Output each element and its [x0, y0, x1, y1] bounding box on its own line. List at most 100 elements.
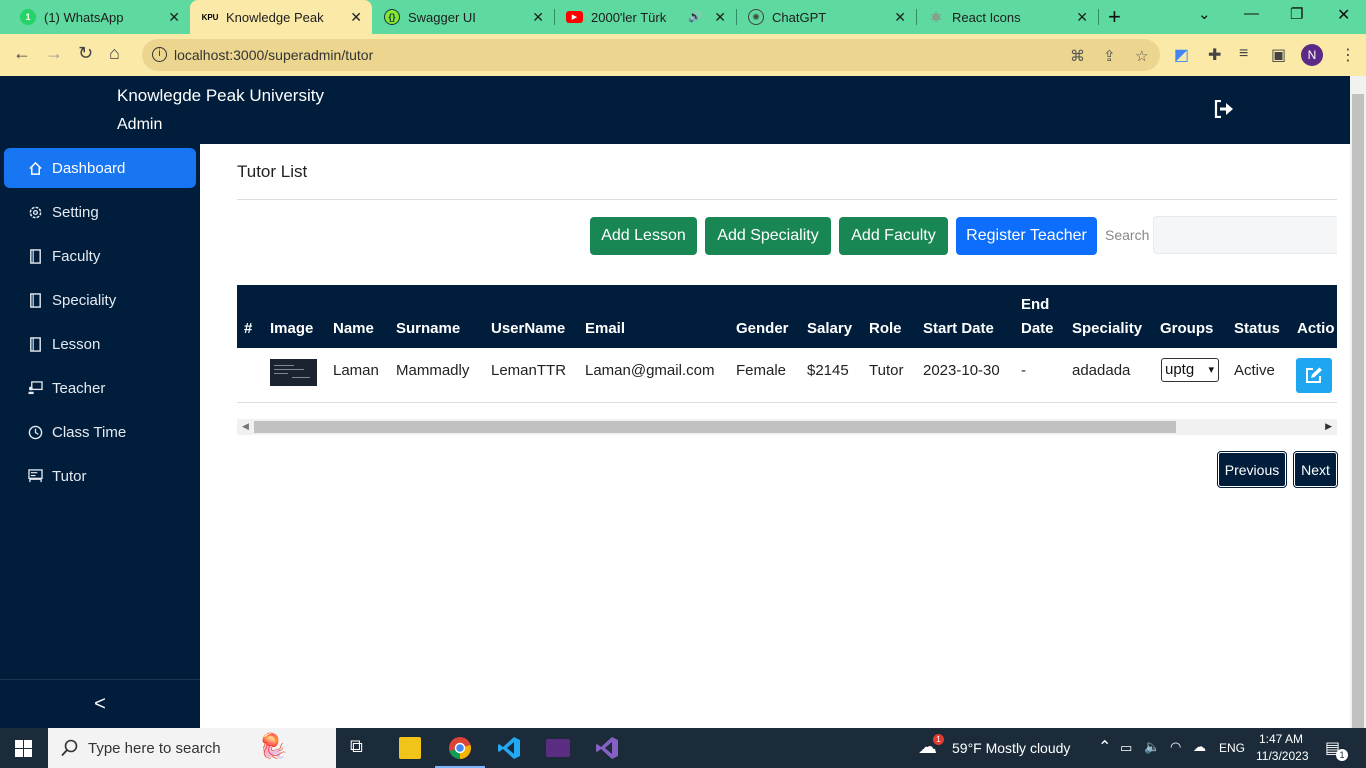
col-gender: Gender: [736, 320, 789, 337]
translate-icon[interactable]: ⌘: [1070, 47, 1085, 65]
show-hidden-icons-chevron-icon[interactable]: ⌃: [1098, 737, 1111, 757]
clock-time[interactable]: 1:47 AM: [1259, 732, 1303, 746]
col-role: Role: [869, 320, 902, 337]
taskbar-search-box[interactable]: Type here to search 🪼: [48, 728, 336, 768]
sidebar-item-setting[interactable]: Setting: [4, 192, 196, 232]
weather-badge: 1: [933, 734, 944, 745]
search-input[interactable]: [1153, 216, 1337, 254]
profile-avatar[interactable]: N: [1301, 44, 1323, 66]
cell-gender: Female: [736, 362, 787, 379]
scroll-right-arrow-icon[interactable]: ▶: [1325, 421, 1332, 432]
close-icon[interactable]: ✕: [168, 9, 180, 26]
groups-select-value: uptg: [1165, 361, 1195, 378]
add-lesson-button[interactable]: Add Lesson: [590, 217, 697, 255]
media-controls-icon[interactable]: ≡: [1239, 45, 1248, 63]
page-scrollbar-thumb[interactable]: [1352, 94, 1364, 730]
chevron-down-icon: ▾: [1208, 364, 1214, 376]
sidebar-item-label: Dashboard: [52, 159, 126, 177]
visual-studio-icon[interactable]: [595, 736, 619, 760]
table-horizontal-scrollbar[interactable]: ◀ ▶: [237, 419, 1337, 435]
tab-react-icons[interactable]: ⚛ React Icons ✕: [916, 0, 1098, 34]
tab-swagger[interactable]: {} Swagger UI ✕: [372, 0, 554, 34]
extensions-puzzle-icon[interactable]: ✚: [1208, 45, 1221, 65]
cell-role: Tutor: [869, 362, 904, 379]
address-bar[interactable]: i localhost:3000/superadmin/tutor ⌘ ⇪ ☆: [142, 39, 1160, 71]
col-start-date: Start Date: [923, 320, 994, 337]
add-faculty-button[interactable]: Add Faculty: [839, 217, 948, 255]
jellyfish-search-highlight-icon: 🪼: [258, 733, 288, 760]
tab-chatgpt[interactable]: ✺ ChatGPT ✕: [736, 0, 916, 34]
cell-status: Active: [1234, 362, 1275, 379]
close-icon[interactable]: ✕: [894, 9, 906, 26]
sidebar-collapse-chevron-icon[interactable]: <: [0, 679, 200, 728]
minimize-icon[interactable]: —: [1244, 5, 1259, 22]
bookmark-star-icon[interactable]: ☆: [1135, 47, 1148, 65]
home-icon[interactable]: ⌂: [109, 43, 120, 64]
edit-button[interactable]: [1296, 358, 1332, 393]
task-view-icon[interactable]: ⧉: [350, 736, 374, 760]
cell-speciality: adadada: [1072, 362, 1131, 379]
sidebar-item-speciality[interactable]: Speciality: [4, 280, 196, 320]
add-speciality-button[interactable]: Add Speciality: [705, 217, 831, 255]
restore-icon[interactable]: ❐: [1290, 5, 1303, 23]
page-vertical-scrollbar[interactable]: [1350, 76, 1366, 730]
book-icon: [27, 336, 43, 352]
clock-date[interactable]: 11/3/2023: [1256, 749, 1309, 763]
wifi-icon[interactable]: ◠: [1170, 739, 1181, 755]
tab-whatsapp[interactable]: 1 (1) WhatsApp ✕: [8, 0, 190, 34]
back-arrow-icon[interactable]: ←: [13, 43, 31, 64]
onedrive-cloud-icon[interactable]: ☁: [1193, 739, 1206, 755]
sidebar-item-dashboard[interactable]: Dashboard: [4, 148, 196, 188]
close-icon[interactable]: ✕: [714, 9, 726, 26]
site-info-icon[interactable]: i: [152, 47, 167, 62]
file-explorer-icon[interactable]: [399, 737, 421, 759]
register-teacher-button[interactable]: Register Teacher: [956, 217, 1097, 255]
close-icon[interactable]: ✕: [350, 9, 362, 26]
sidebar-item-faculty[interactable]: Faculty: [4, 236, 196, 276]
vscode-icon[interactable]: [497, 736, 521, 760]
url-text[interactable]: localhost:3000/superadmin/tutor: [174, 47, 373, 63]
share-icon[interactable]: ⇪: [1103, 47, 1116, 65]
google-translate-extension-icon[interactable]: ◩: [1174, 45, 1189, 65]
sidebar-item-label: Setting: [52, 203, 99, 221]
cell-name: Laman: [333, 362, 379, 379]
chrome-icon[interactable]: [435, 736, 485, 768]
volume-icon[interactable]: 🔈: [1144, 739, 1160, 755]
tab-label: React Icons: [952, 9, 1021, 25]
tab-knowledge-peak[interactable]: KPU Knowledge Peak ✕: [190, 0, 372, 34]
app-header: Knowlegde Peak University Admin: [0, 76, 1350, 144]
terminal-icon[interactable]: [546, 739, 570, 757]
scrollbar-thumb[interactable]: [254, 421, 1176, 433]
next-page-button[interactable]: Next: [1293, 451, 1338, 488]
close-icon[interactable]: ✕: [1076, 9, 1088, 26]
close-icon[interactable]: ✕: [532, 9, 544, 26]
sidebar-item-teacher[interactable]: Teacher: [4, 368, 196, 408]
groups-select[interactable]: uptg ▾: [1161, 358, 1219, 382]
side-panel-icon[interactable]: ▣: [1271, 45, 1286, 65]
tab-youtube[interactable]: ▶ 2000'ler Türkçe P 🔊 ✕: [554, 0, 736, 34]
col-groups: Groups: [1160, 320, 1214, 337]
reload-icon[interactable]: ↻: [78, 43, 93, 64]
language-indicator[interactable]: ENG: [1219, 741, 1245, 755]
scroll-left-arrow-icon[interactable]: ◀: [242, 421, 249, 432]
windows-start-icon[interactable]: [15, 740, 32, 757]
forward-arrow-icon[interactable]: →: [45, 43, 63, 64]
sidebar-item-lesson[interactable]: Lesson: [4, 324, 196, 364]
col-end-date-line2: Date: [1021, 320, 1054, 337]
previous-page-button[interactable]: Previous: [1217, 451, 1287, 488]
university-name: Knowlegde Peak University: [117, 86, 324, 105]
browser-menu-icon[interactable]: ⋮: [1340, 45, 1356, 65]
speaker-icon[interactable]: 🔊: [688, 10, 702, 23]
cell-surname: Mammadly: [396, 362, 470, 379]
close-window-icon[interactable]: ✕: [1337, 5, 1350, 25]
logout-icon[interactable]: [1214, 100, 1234, 118]
battery-icon[interactable]: ▭: [1120, 740, 1132, 756]
sidebar-item-label: Faculty: [52, 247, 101, 265]
sidebar-item-tutor[interactable]: Tutor: [4, 456, 196, 496]
sidebar-item-class-time[interactable]: Class Time: [4, 412, 196, 452]
weather-text[interactable]: 59°F Mostly cloudy: [952, 740, 1070, 756]
new-tab-plus-icon[interactable]: +: [1108, 4, 1121, 30]
tab-search-chevron-icon[interactable]: ⌄: [1198, 5, 1211, 23]
kpu-icon: KPU: [201, 12, 219, 22]
col-end-date-line1: End: [1021, 296, 1050, 313]
